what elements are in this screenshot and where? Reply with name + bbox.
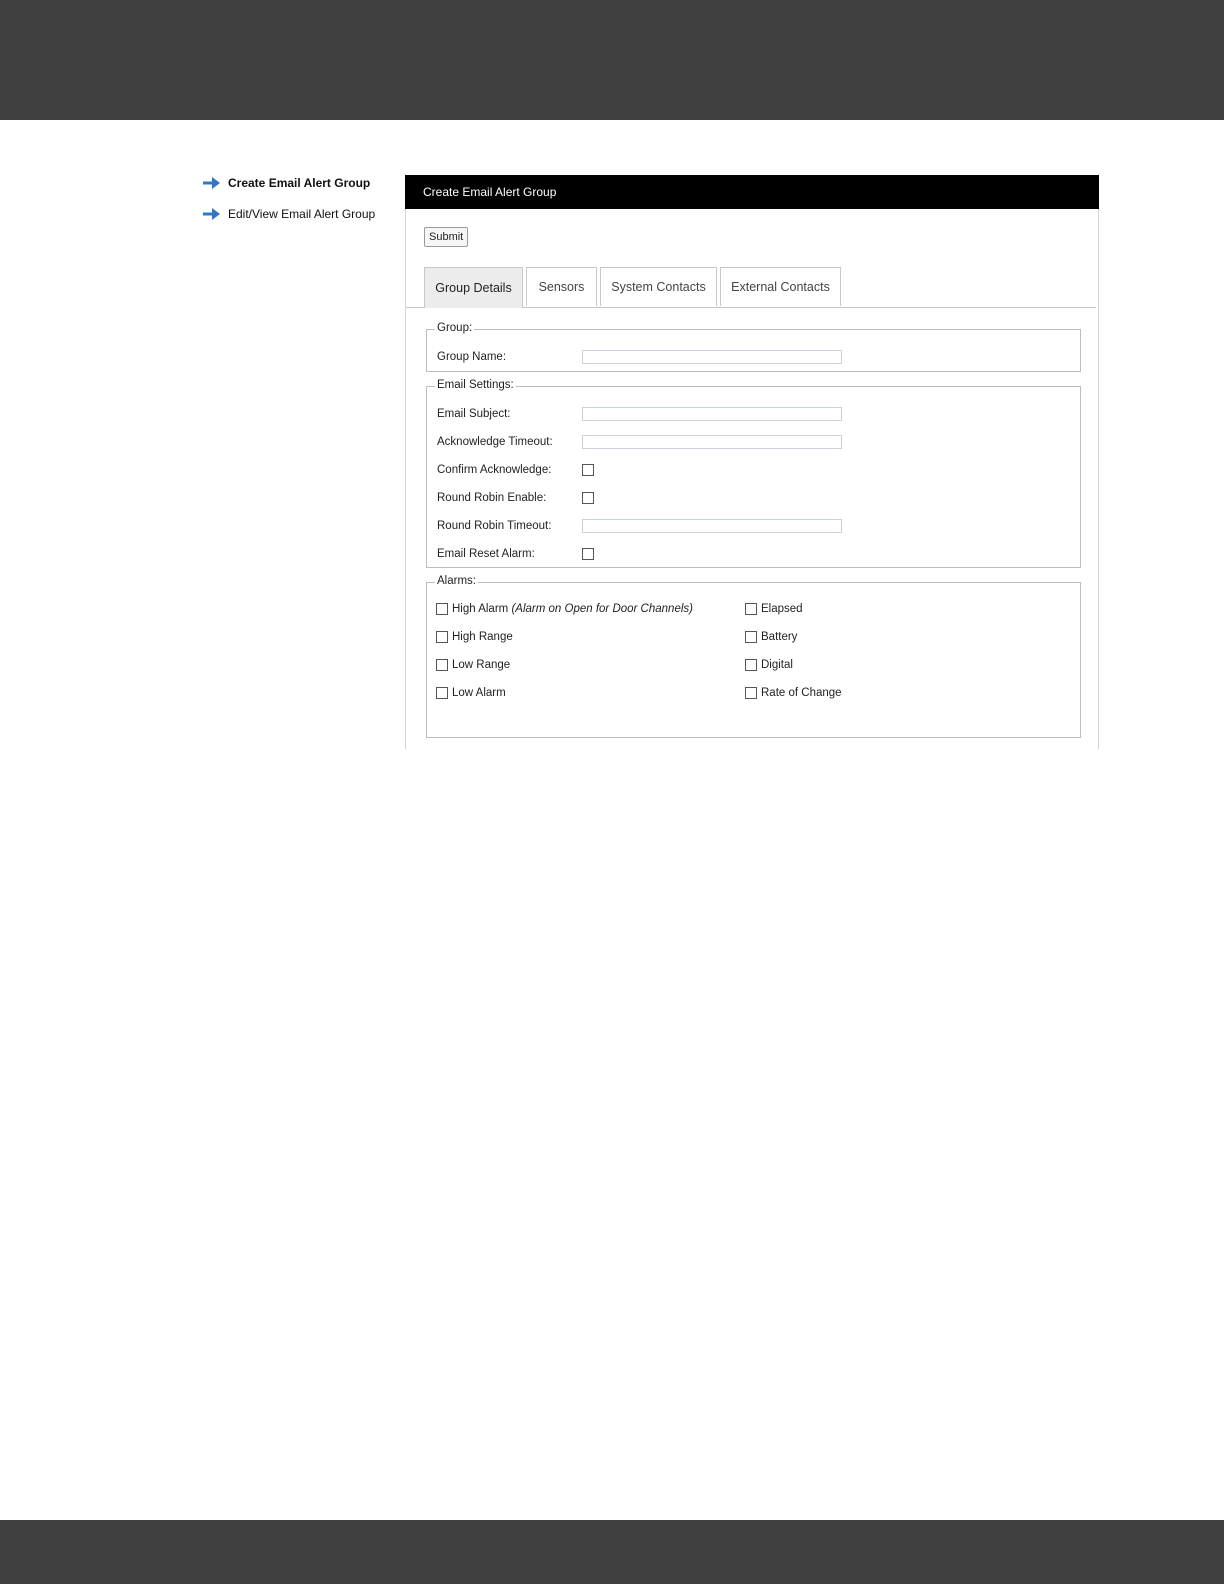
main-panel: Create Email Alert Group Submit Group De… <box>405 175 1099 749</box>
bottom-banner <box>0 1520 1224 1584</box>
alarm-option-elapsed: Elapsed <box>745 603 803 615</box>
alarm-option-low-range: Low Range <box>436 659 510 671</box>
acknowledge-timeout-input[interactable] <box>582 435 842 449</box>
round-robin-enable-checkbox[interactable] <box>582 492 594 504</box>
confirm-acknowledge-label: Confirm Acknowledge: <box>437 464 552 476</box>
alarm-option-high-range: High Range <box>436 631 513 643</box>
round-robin-timeout-label: Round Robin Timeout: <box>437 520 552 532</box>
email-reset-alarm-checkbox[interactable] <box>582 548 594 560</box>
sidebar-item-edit-view-group[interactable]: Edit/View Email Alert Group <box>203 205 393 223</box>
sidebar-nav: Create Email Alert Group Edit/View Email… <box>203 174 393 236</box>
high-alarm-note: (Alarm on Open for Door Channels) <box>511 603 693 615</box>
alarm-option-battery: Battery <box>745 631 797 643</box>
alarms-fieldset: Alarms: High Alarm (Alarm on Open for Do… <box>426 575 1081 738</box>
confirm-acknowledge-checkbox[interactable] <box>582 464 594 476</box>
battery-checkbox[interactable] <box>745 631 757 643</box>
email-settings-legend: Email Settings: <box>435 379 516 391</box>
arrow-right-icon <box>203 208 220 220</box>
high-range-label: High Range <box>452 631 513 643</box>
alarm-option-low-alarm: Low Alarm <box>436 687 506 699</box>
low-range-checkbox[interactable] <box>436 659 448 671</box>
rate-of-change-label: Rate of Change <box>761 687 842 699</box>
low-alarm-checkbox[interactable] <box>436 687 448 699</box>
rate-of-change-checkbox[interactable] <box>745 687 757 699</box>
tab-sensors[interactable]: Sensors <box>526 267 597 306</box>
email-settings-fieldset: Email Settings: Email Subject: Acknowled… <box>426 379 1081 568</box>
email-reset-alarm-label: Email Reset Alarm: <box>437 548 535 560</box>
tab-external-contacts[interactable]: External Contacts <box>720 267 841 306</box>
email-subject-label: Email Subject: <box>437 408 511 420</box>
alarm-option-digital: Digital <box>745 659 793 671</box>
top-banner <box>0 0 1224 120</box>
group-name-label: Group Name: <box>437 351 507 363</box>
tab-bar: Group Details Sensors System Contacts Ex… <box>406 267 1096 308</box>
battery-label: Battery <box>761 631 798 643</box>
low-range-label: Low Range <box>452 659 511 671</box>
digital-checkbox[interactable] <box>745 659 757 671</box>
acknowledge-timeout-label: Acknowledge Timeout: <box>437 436 553 448</box>
round-robin-timeout-input[interactable] <box>582 519 842 533</box>
group-legend: Group: <box>435 322 475 334</box>
panel-title: Create Email Alert Group <box>405 175 1099 209</box>
email-subject-input[interactable] <box>582 407 842 421</box>
alarms-legend: Alarms: <box>435 575 478 587</box>
low-alarm-label: Low Alarm <box>452 687 506 699</box>
round-robin-enable-label: Round Robin Enable: <box>437 492 547 504</box>
sidebar-item-create-group[interactable]: Create Email Alert Group <box>203 174 393 192</box>
digital-label: Digital <box>761 659 793 671</box>
group-name-input[interactable] <box>582 350 842 364</box>
submit-button[interactable]: Submit <box>424 227 469 247</box>
group-fieldset: Group: Group Name: <box>426 322 1081 372</box>
arrow-right-icon <box>203 177 220 189</box>
high-alarm-checkbox[interactable] <box>436 603 448 615</box>
high-range-checkbox[interactable] <box>436 631 448 643</box>
sidebar-item-label: Edit/View Email Alert Group <box>228 207 376 221</box>
alarm-option-high-alarm: High Alarm (Alarm on Open for Door Chann… <box>436 603 693 615</box>
sidebar-item-label: Create Email Alert Group <box>228 176 371 190</box>
high-alarm-label: High Alarm <box>452 603 509 615</box>
tab-group-details[interactable]: Group Details <box>424 267 523 308</box>
elapsed-label: Elapsed <box>761 603 803 615</box>
alarm-option-rate-of-change: Rate of Change <box>745 687 842 699</box>
elapsed-checkbox[interactable] <box>745 603 757 615</box>
tab-system-contacts[interactable]: System Contacts <box>600 267 717 306</box>
